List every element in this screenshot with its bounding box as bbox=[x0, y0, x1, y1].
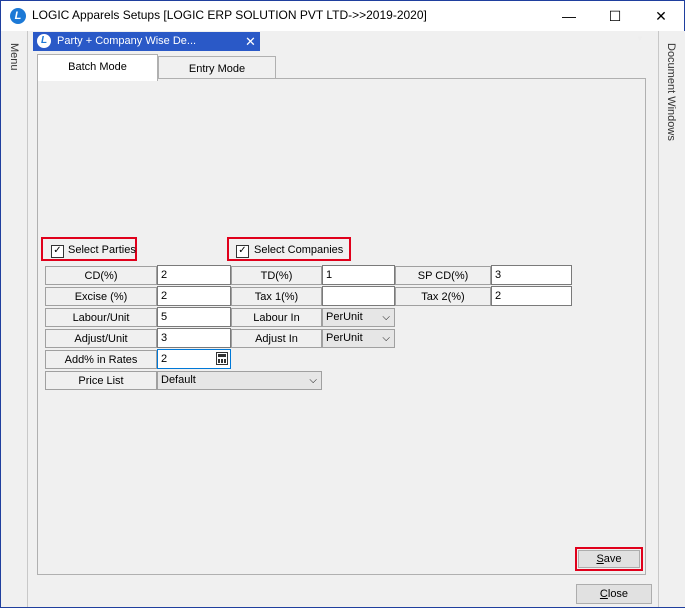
close-label-rest: lose bbox=[607, 588, 629, 600]
tax1-input[interactable] bbox=[322, 286, 395, 306]
document-tab-strip: L Party + Company Wise De... ✕ ▼ bbox=[28, 31, 657, 51]
select-companies-label: Select Companies bbox=[254, 244, 344, 256]
document-tab-label: Party + Company Wise De... bbox=[57, 35, 197, 47]
adjust-in-select[interactable]: PerUnit ⌵ bbox=[322, 329, 395, 348]
price-list-value: Default bbox=[161, 374, 196, 386]
select-parties-checkbox[interactable]: ✓ bbox=[51, 245, 64, 258]
adjust-unit-label: Adjust/Unit bbox=[45, 329, 157, 348]
adjust-in-label: Adjust In bbox=[231, 329, 322, 348]
sp-cd-input[interactable]: 3 bbox=[491, 265, 572, 285]
menu-sidebar-label: Menu bbox=[8, 43, 20, 71]
cd-input[interactable]: 2 bbox=[157, 265, 231, 285]
td-input[interactable]: 1 bbox=[322, 265, 395, 285]
calculator-icon[interactable] bbox=[216, 352, 228, 365]
adjust-in-value: PerUnit bbox=[326, 332, 363, 344]
tab-list-dropdown-icon[interactable]: ▼ bbox=[636, 34, 644, 43]
minimize-button[interactable]: — bbox=[546, 1, 592, 31]
labour-unit-label: Labour/Unit bbox=[45, 308, 157, 327]
select-companies-checkbox[interactable]: ✓ bbox=[236, 245, 249, 258]
tax1-label: Tax 1(%) bbox=[231, 287, 322, 306]
chevron-down-icon: ⌵ bbox=[382, 312, 390, 323]
document-windows-sidebar[interactable]: Document Windows bbox=[658, 31, 685, 607]
labour-in-value: PerUnit bbox=[326, 311, 363, 323]
close-button[interactable]: Close bbox=[576, 584, 652, 604]
labour-in-select[interactable]: PerUnit ⌵ bbox=[322, 308, 395, 327]
logic-app-icon: L bbox=[10, 8, 26, 24]
window-title: LOGIC Apparels Setups [LOGIC ERP SOLUTIO… bbox=[32, 8, 427, 22]
excise-label: Excise (%) bbox=[45, 287, 157, 306]
sp-cd-label: SP CD(%) bbox=[395, 266, 491, 285]
labour-unit-input[interactable]: 5 bbox=[157, 307, 231, 327]
tab-batch-mode[interactable]: Batch Mode bbox=[37, 54, 158, 81]
document-windows-label: Document Windows bbox=[665, 43, 677, 141]
document-tab-party-company[interactable]: L Party + Company Wise De... ✕ bbox=[33, 32, 260, 51]
batch-mode-panel: ✓ Select Parties ✓ Select Companies CD(%… bbox=[37, 78, 646, 575]
labour-in-label: Labour In bbox=[231, 308, 322, 327]
adjust-unit-input[interactable]: 3 bbox=[157, 328, 231, 348]
chevron-down-icon: ⌵ bbox=[382, 333, 390, 344]
title-bar: L LOGIC Apparels Setups [LOGIC ERP SOLUT… bbox=[1, 1, 684, 31]
cd-label: CD(%) bbox=[45, 266, 157, 285]
add-rates-value: 2 bbox=[161, 353, 168, 365]
close-window-button[interactable]: ✕ bbox=[638, 1, 684, 31]
select-parties-label: Select Parties bbox=[68, 244, 136, 256]
save-access-key: S bbox=[596, 553, 604, 565]
application-window: L LOGIC Apparels Setups [LOGIC ERP SOLUT… bbox=[0, 0, 685, 608]
tax2-label: Tax 2(%) bbox=[395, 287, 491, 306]
logic-tab-icon: L bbox=[37, 34, 51, 48]
close-access-key: C bbox=[599, 588, 608, 600]
tax2-input[interactable]: 2 bbox=[491, 286, 572, 306]
excise-input[interactable]: 2 bbox=[157, 286, 231, 306]
price-list-select[interactable]: Default ⌵ bbox=[157, 371, 322, 390]
add-rates-label: Add% in Rates bbox=[45, 350, 157, 369]
close-tab-icon[interactable]: ✕ bbox=[245, 34, 256, 50]
price-list-label: Price List bbox=[45, 371, 157, 390]
main-content: Batch Mode Entry Mode ✓ Select Parties ✓… bbox=[28, 51, 657, 607]
maximize-button[interactable]: ☐ bbox=[592, 1, 638, 31]
menu-sidebar[interactable]: Menu bbox=[1, 31, 28, 607]
td-label: TD(%) bbox=[231, 266, 322, 285]
save-label-rest: ave bbox=[603, 553, 622, 565]
save-button[interactable]: Save bbox=[578, 550, 640, 568]
chevron-down-icon: ⌵ bbox=[309, 375, 317, 386]
add-rates-input[interactable]: 2 bbox=[157, 349, 231, 369]
